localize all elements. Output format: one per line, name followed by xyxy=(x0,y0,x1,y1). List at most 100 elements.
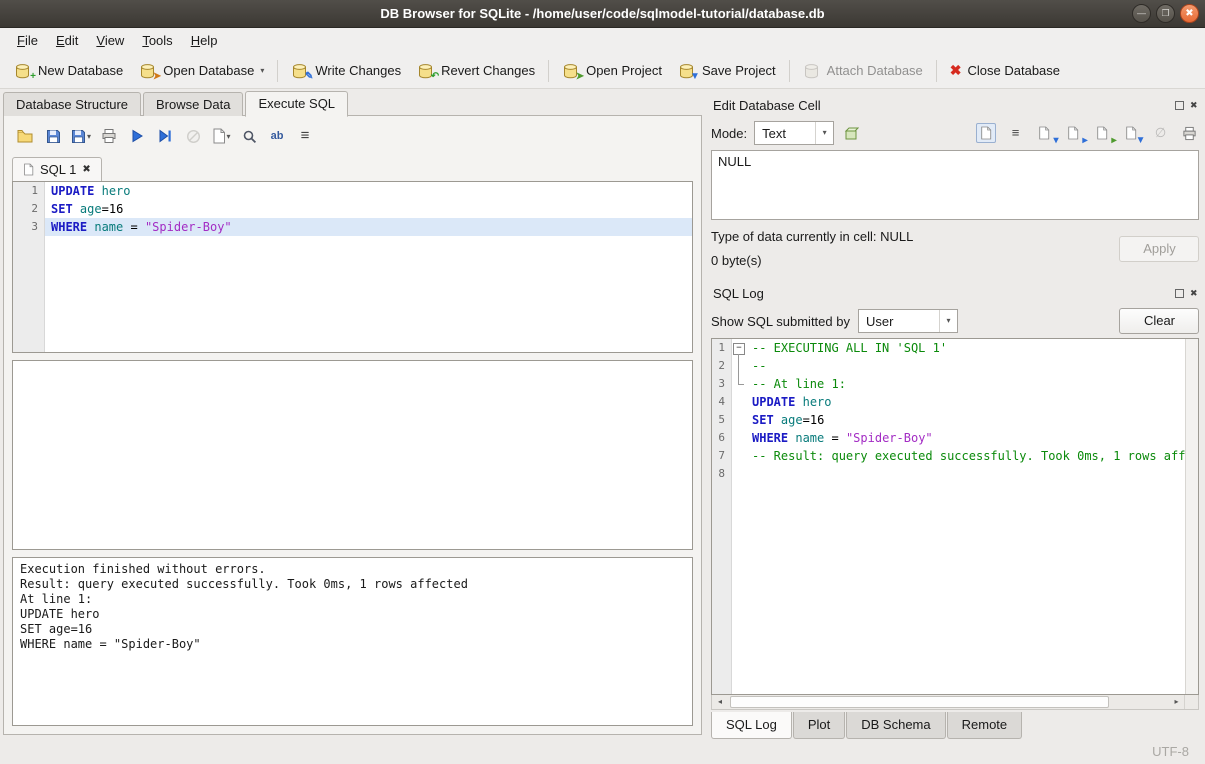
close-dock-icon[interactable]: ✖ xyxy=(1190,288,1198,298)
horizontal-scrollbar[interactable]: ◂ ▸ xyxy=(711,695,1199,710)
close-tab-icon[interactable]: ✖ xyxy=(82,164,90,175)
scroll-right-icon[interactable]: ▸ xyxy=(1168,695,1184,709)
text-mode-button[interactable] xyxy=(976,123,996,143)
tab-remote[interactable]: Remote xyxy=(947,712,1023,739)
tab-browse-data[interactable]: Browse Data xyxy=(143,92,243,116)
encoding-indicator[interactable]: UTF-8 xyxy=(1152,744,1189,759)
menu-edit[interactable]: Edit xyxy=(47,30,87,51)
open-project-button[interactable]: ➤ Open Project xyxy=(554,59,670,83)
save-project-button[interactable]: ▼ Save Project xyxy=(670,59,784,83)
export-data-button[interactable]: ▸ xyxy=(1063,123,1083,143)
open-in-external-button[interactable] xyxy=(841,123,861,143)
open-database-button[interactable]: ➤ Open Database ▾ xyxy=(131,59,272,83)
mode-value: Text xyxy=(762,126,786,141)
word-wrap-button[interactable]: ≡ xyxy=(1005,123,1025,143)
results-grid[interactable] xyxy=(12,360,693,550)
titlebar: DB Browser for SQLite - /home/user/code/… xyxy=(0,0,1205,28)
vertical-scrollbar[interactable] xyxy=(1185,339,1198,694)
sql-editor[interactable]: 1UPDATE hero2SET age=163WHERE name = "Sp… xyxy=(12,181,693,353)
toolbar-separator xyxy=(277,60,278,82)
save-sql-file-button[interactable] xyxy=(40,124,66,148)
minimize-icon[interactable]: — xyxy=(1132,4,1151,23)
sql-log-header: SQL Log ✖ xyxy=(711,282,1199,304)
clear-log-button[interactable]: Clear xyxy=(1119,308,1199,334)
export-results-button[interactable]: ▾ xyxy=(208,124,234,148)
close-database-button[interactable]: ✖ Close Database xyxy=(942,58,1068,83)
scrollbar-corner xyxy=(1184,695,1198,709)
chevron-down-icon: ▾ xyxy=(227,132,231,141)
tab-db-schema[interactable]: DB Schema xyxy=(846,712,945,739)
open-sql-file-button[interactable] xyxy=(12,124,38,148)
menu-help[interactable]: Help xyxy=(182,30,227,51)
mode-select[interactable]: Text ▾ xyxy=(754,121,834,145)
play-icon xyxy=(130,129,144,143)
scrollbar-track[interactable] xyxy=(728,695,1168,709)
code-line: 1UPDATE hero xyxy=(13,182,692,200)
find-button[interactable] xyxy=(236,124,262,148)
tab-database-structure[interactable]: Database Structure xyxy=(3,92,141,116)
menu-bar: File Edit View Tools Help xyxy=(0,28,1205,53)
arrow-down-icon: ▾ xyxy=(1053,136,1058,146)
save-sql-as-button[interactable]: ▾ xyxy=(68,124,94,148)
open-project-icon: ➤ xyxy=(562,63,580,79)
printer-icon xyxy=(1182,126,1197,141)
format-sql-button[interactable]: ≡ xyxy=(292,124,318,148)
button-label: Attach Database xyxy=(827,63,923,78)
write-changes-button[interactable]: ✎ Write Changes xyxy=(283,59,409,83)
code-line: 3-- At line 1: xyxy=(712,375,1185,393)
close-dock-icon[interactable]: ✖ xyxy=(1190,100,1198,110)
sql-editor-toolbar: ▾ ▾ xyxy=(12,121,693,151)
execute-current-line-button[interactable] xyxy=(152,124,178,148)
float-dock-icon[interactable] xyxy=(1175,289,1184,298)
revert-changes-icon: ↶ xyxy=(417,63,435,79)
close-database-icon: ✖ xyxy=(950,62,962,79)
chevron-down-icon[interactable]: ▾ xyxy=(260,66,264,75)
chevron-down-icon: ▾ xyxy=(815,122,833,144)
menu-tools[interactable]: Tools xyxy=(133,30,181,51)
toolbar-separator xyxy=(936,60,937,82)
chevron-down-icon: ▾ xyxy=(939,310,957,332)
fold-marker-icon xyxy=(732,357,746,375)
tab-plot[interactable]: Plot xyxy=(793,712,845,739)
scrollbar-thumb[interactable] xyxy=(730,696,1109,708)
tab-sql-log[interactable]: SQL Log xyxy=(711,712,792,739)
print-cell-button[interactable] xyxy=(1179,123,1199,143)
fold-marker-icon[interactable] xyxy=(732,339,746,357)
log-filter-select[interactable]: User ▾ xyxy=(858,309,958,333)
document-icon xyxy=(1067,126,1079,140)
format-lines-icon: ≡ xyxy=(301,129,310,143)
message-line: WHERE name = "Spider-Boy" xyxy=(20,637,685,652)
cell-value-editor[interactable]: NULL xyxy=(711,150,1199,220)
edit-cell-title: Edit Database Cell xyxy=(713,98,821,113)
sql-sub-tab-bar: SQL 1 ✖ xyxy=(12,151,693,181)
revert-changes-button[interactable]: ↶ Revert Changes xyxy=(409,59,543,83)
sql-log-view[interactable]: 1-- EXECUTING ALL IN 'SQL 1'2--3-- At li… xyxy=(712,339,1185,694)
dock-icons: ✖ xyxy=(1175,100,1198,110)
tab-execute-sql[interactable]: Execute SQL xyxy=(245,91,348,117)
stop-icon xyxy=(186,129,201,144)
sql-tab-1[interactable]: SQL 1 ✖ xyxy=(12,157,102,181)
main-tab-bar: Database Structure Browse Data Execute S… xyxy=(0,89,705,116)
maximize-icon[interactable]: ❐ xyxy=(1156,4,1175,23)
import-data-button[interactable]: ▾ xyxy=(1034,123,1054,143)
scroll-left-icon[interactable]: ◂ xyxy=(712,695,728,709)
save-as-file-button[interactable]: ▸ xyxy=(1092,123,1112,143)
button-label: Close Database xyxy=(968,63,1061,78)
print-sql-button[interactable] xyxy=(96,124,122,148)
menu-file[interactable]: File xyxy=(8,30,47,51)
button-label: Save Project xyxy=(702,63,776,78)
close-window-icon[interactable]: ✖ xyxy=(1180,4,1199,23)
message-line: At line 1: xyxy=(20,592,685,607)
copy-cell-button[interactable]: ▼ xyxy=(1121,123,1141,143)
execute-all-button[interactable] xyxy=(124,124,150,148)
float-dock-icon[interactable] xyxy=(1175,101,1184,110)
document-icon xyxy=(980,126,992,140)
main-area: Database Structure Browse Data Execute S… xyxy=(0,89,1205,739)
replace-icon: ab xyxy=(271,129,284,143)
find-replace-button[interactable]: ab xyxy=(264,124,290,148)
apply-button: Apply xyxy=(1119,236,1199,262)
new-database-button[interactable]: + New Database xyxy=(6,59,131,83)
right-panel: Edit Database Cell ✖ Mode: Text ▾ ≡ xyxy=(705,89,1205,739)
new-database-icon: + xyxy=(14,63,32,79)
menu-view[interactable]: View xyxy=(87,30,133,51)
